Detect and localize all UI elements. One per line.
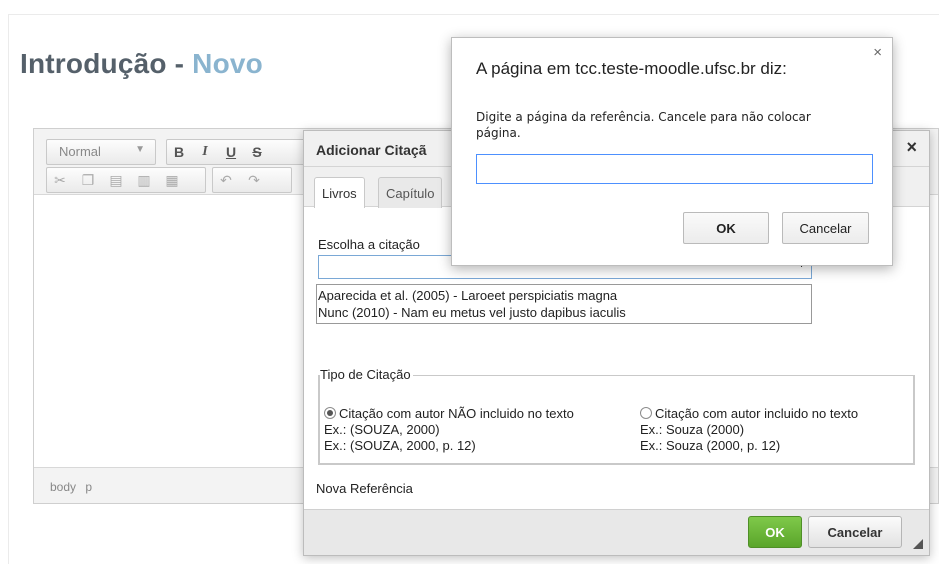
example-text: Ex.: Souza (2000): [640, 422, 745, 437]
resize-handle-icon[interactable]: [913, 539, 923, 549]
cut-icon[interactable]: ✂: [53, 172, 67, 189]
italic-button[interactable]: I: [199, 144, 211, 160]
radio-unchecked-icon[interactable]: [640, 407, 652, 419]
format-select[interactable]: Normal ▼: [46, 139, 156, 165]
cancel-button[interactable]: Cancelar: [808, 516, 902, 548]
new-reference-link[interactable]: Nova Referência: [316, 481, 413, 496]
dialog-footer: OK Cancelar: [304, 509, 929, 555]
example-text: Ex.: (SOUZA, 2000): [324, 422, 440, 437]
paste-text-icon[interactable]: ▥: [137, 172, 151, 189]
prompt-message: Digite a página da referência. Cancele p…: [476, 110, 811, 140]
radio-checked-icon[interactable]: [324, 407, 336, 419]
prompt-cancel-button[interactable]: Cancelar: [782, 212, 869, 244]
prompt-ok-button[interactable]: OK: [683, 212, 769, 244]
dialog-title: Adicionar Citaçã: [316, 142, 427, 158]
choose-citation-label: Escolha a citação: [318, 237, 420, 252]
undo-redo-group: ↶ ↷: [212, 167, 292, 193]
tab-livros[interactable]: Livros: [314, 177, 365, 208]
clipboard-group: ✂ ❐ ▤ ▥ ▦: [46, 167, 206, 193]
prompt-title: A página em tcc.teste-moodle.ufsc.br diz…: [476, 59, 787, 78]
citation-type-fieldset: Tipo de Citação Citação com autor NÃO in…: [318, 367, 915, 465]
suggestion-item[interactable]: Nunc (2010) - Nam eu metus vel justo dap…: [317, 305, 811, 322]
copy-icon[interactable]: ❐: [81, 172, 95, 189]
ok-button[interactable]: OK: [748, 516, 802, 548]
radio-label: Citação com autor NÃO incluido no texto: [339, 406, 574, 421]
redo-icon[interactable]: ↷: [247, 172, 261, 189]
radio-option-author-not-included[interactable]: Citação com autor NÃO incluido no texto …: [324, 406, 574, 454]
radio-option-author-included[interactable]: Citação com autor incluido no texto Ex.:…: [640, 406, 858, 454]
undo-icon[interactable]: ↶: [219, 172, 233, 189]
page-title-accent: Novo: [192, 48, 263, 79]
close-icon[interactable]: ×: [906, 137, 917, 158]
close-icon[interactable]: ×: [873, 44, 882, 61]
page-title-main: Introdução -: [20, 48, 193, 79]
radio-label: Citação com autor incluido no texto: [655, 406, 859, 421]
underline-button[interactable]: U: [225, 144, 237, 160]
path-p[interactable]: p: [85, 480, 92, 494]
suggestion-item[interactable]: Aparecida et al. (2005) - Laroeet perspi…: [317, 288, 811, 305]
tab-capitulo[interactable]: Capítulo: [378, 177, 443, 208]
chevron-down-icon: ▼: [135, 144, 145, 155]
paste-icon[interactable]: ▤: [109, 172, 123, 189]
example-text: Ex.: (SOUZA, 2000, p. 12): [324, 438, 476, 453]
citation-type-legend: Tipo de Citação: [320, 367, 413, 382]
format-select-value: Normal: [59, 144, 101, 159]
paste-word-icon[interactable]: ▦: [165, 172, 179, 189]
page-title: Introdução - Novo: [20, 48, 263, 80]
browser-prompt-dialog: A página em tcc.teste-moodle.ufsc.br diz…: [451, 37, 893, 266]
example-text: Ex.: Souza (2000, p. 12): [640, 438, 781, 453]
suggestion-list: Aparecida et al. (2005) - Laroeet perspi…: [316, 284, 812, 324]
path-body[interactable]: body: [50, 480, 76, 494]
bold-button[interactable]: B: [173, 144, 185, 160]
strikethrough-button[interactable]: S: [251, 144, 263, 160]
page-number-input[interactable]: [476, 154, 873, 184]
